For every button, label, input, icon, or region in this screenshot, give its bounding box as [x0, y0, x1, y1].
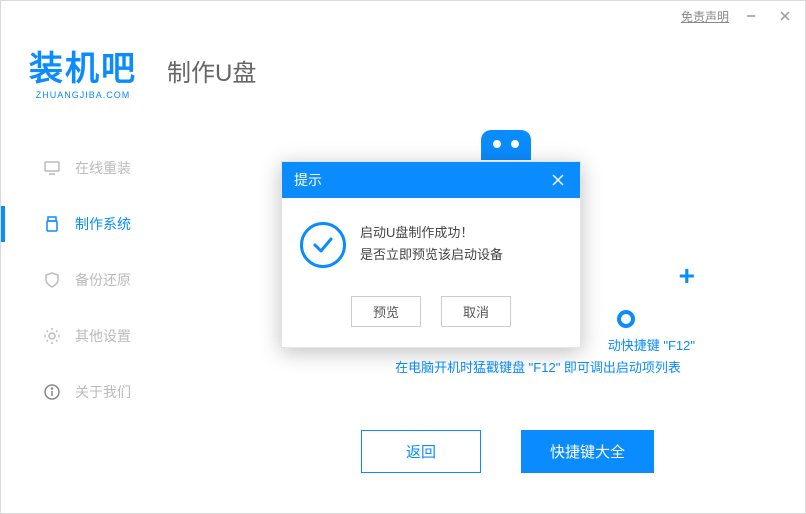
dialog-line-2: 是否立即预览该启动设备	[360, 244, 503, 266]
hint-line-2: 在电脑开机时猛戳键盘 "F12" 即可调出启动项列表	[331, 357, 745, 379]
sidebar-item-label: 在线重装	[75, 158, 131, 178]
monitor-icon	[43, 159, 61, 177]
preview-button[interactable]: 预览	[351, 296, 421, 327]
logo: 装机吧 ZHUANGJIBA.COM	[29, 41, 137, 100]
minimize-button[interactable]	[739, 4, 763, 28]
plus-icon: +	[679, 260, 695, 292]
page-title: 制作U盘	[167, 53, 256, 88]
sidebar-item-reinstall[interactable]: 在线重装	[1, 140, 181, 196]
titlebar: 免责声明	[1, 1, 805, 31]
disclaimer-link[interactable]: 免责声明	[681, 8, 729, 25]
sidebar-item-settings[interactable]: 其他设置	[1, 308, 181, 364]
circle-decoration-icon	[617, 310, 635, 328]
dialog-line-1: 启动U盘制作成功！	[360, 222, 503, 244]
shortcut-list-button[interactable]: 快捷键大全	[521, 430, 654, 473]
logo-subtext: ZHUANGJIBA.COM	[36, 90, 131, 100]
app-window: 免责声明 装机吧 ZHUANGJIBA.COM 制作U盘 在线重装	[0, 0, 806, 514]
sidebar-item-label: 关于我们	[75, 382, 131, 402]
shield-icon	[43, 271, 61, 289]
dialog-close-button[interactable]	[548, 170, 568, 190]
back-button[interactable]: 返回	[361, 430, 481, 473]
dialog-body: 启动U盘制作成功！ 是否立即预览该启动设备	[282, 198, 580, 286]
sidebar-item-label: 备份还原	[75, 270, 131, 290]
logo-text: 装机吧	[29, 41, 137, 90]
close-button[interactable]	[773, 4, 797, 28]
info-icon	[43, 383, 61, 401]
dialog-footer: 预览 取消	[282, 286, 580, 347]
footer-buttons: 返回 快捷键大全	[361, 430, 654, 473]
sidebar-item-backup[interactable]: 备份还原	[1, 252, 181, 308]
sidebar: 在线重装 制作系统 备份还原 其他设置	[1, 120, 181, 513]
prompt-dialog: 提示 启动U盘制作成功！ 是否立即预览该启动设备 预览 取消	[281, 161, 581, 348]
dialog-title: 提示	[294, 170, 322, 190]
sidebar-item-make-system[interactable]: 制作系统	[1, 196, 181, 252]
sidebar-item-label: 制作系统	[75, 214, 131, 234]
dialog-message: 启动U盘制作成功！ 是否立即预览该启动设备	[360, 222, 503, 266]
cancel-button[interactable]: 取消	[441, 296, 511, 327]
check-circle-icon	[300, 222, 346, 268]
sidebar-item-about[interactable]: 关于我们	[1, 364, 181, 420]
dialog-header: 提示	[282, 162, 580, 198]
sidebar-item-label: 其他设置	[75, 326, 131, 346]
header: 装机吧 ZHUANGJIBA.COM 制作U盘	[1, 31, 805, 120]
gear-icon	[43, 327, 61, 345]
usb-icon	[43, 215, 61, 233]
